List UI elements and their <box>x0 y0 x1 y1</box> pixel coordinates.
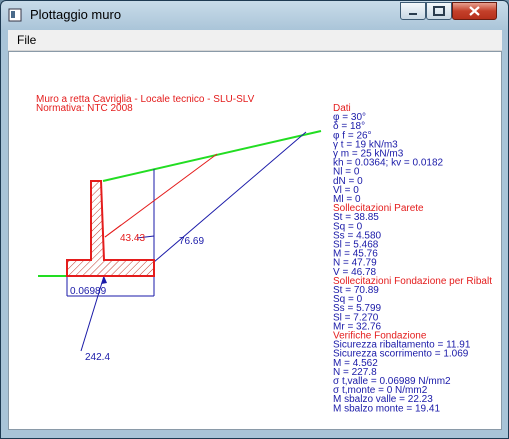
app-icon <box>8 8 22 22</box>
red-thrust-line <box>104 153 218 238</box>
results-panel: Datiφ = 30°δ = 18°φ f = 26°γ t = 19 kN/m… <box>333 103 492 414</box>
window-title: Plottaggio muro <box>30 7 122 22</box>
wall-plot: Muro a retta Cavriglia - Locale tecnico … <box>36 94 492 414</box>
title-bar[interactable]: Plottaggio muro <box>1 1 508 29</box>
menu-bar: File <box>8 30 502 51</box>
red-thrust-arrow <box>104 224 122 238</box>
menu-file[interactable]: File <box>17 33 36 47</box>
blue-thrust-value: 76.69 <box>179 236 204 247</box>
wall-section <box>66 180 155 277</box>
plot-normativa: Normativa: NTC 2008 <box>36 103 133 114</box>
backfill-ground-line <box>102 130 322 182</box>
plot-window: Plottaggio muro File Muro a retta Cavrig… <box>0 0 509 439</box>
minimize-button[interactable] <box>400 2 426 20</box>
maximize-button[interactable] <box>426 2 452 20</box>
panel-value-line: M sbalzo monte = 19.41 <box>333 403 440 414</box>
plot-canvas: Muro a retta Cavriglia - Locale tecnico … <box>8 51 502 430</box>
reaction-arrow-head <box>101 276 107 284</box>
close-icon <box>469 6 480 16</box>
red-thrust-value: 43.43 <box>120 233 145 244</box>
maximize-icon <box>433 6 445 16</box>
minimize-icon <box>409 13 417 15</box>
close-button[interactable] <box>452 2 497 20</box>
reaction-value: 242.4 <box>85 352 110 363</box>
base-dimension-value: 0.06989 <box>70 286 107 297</box>
